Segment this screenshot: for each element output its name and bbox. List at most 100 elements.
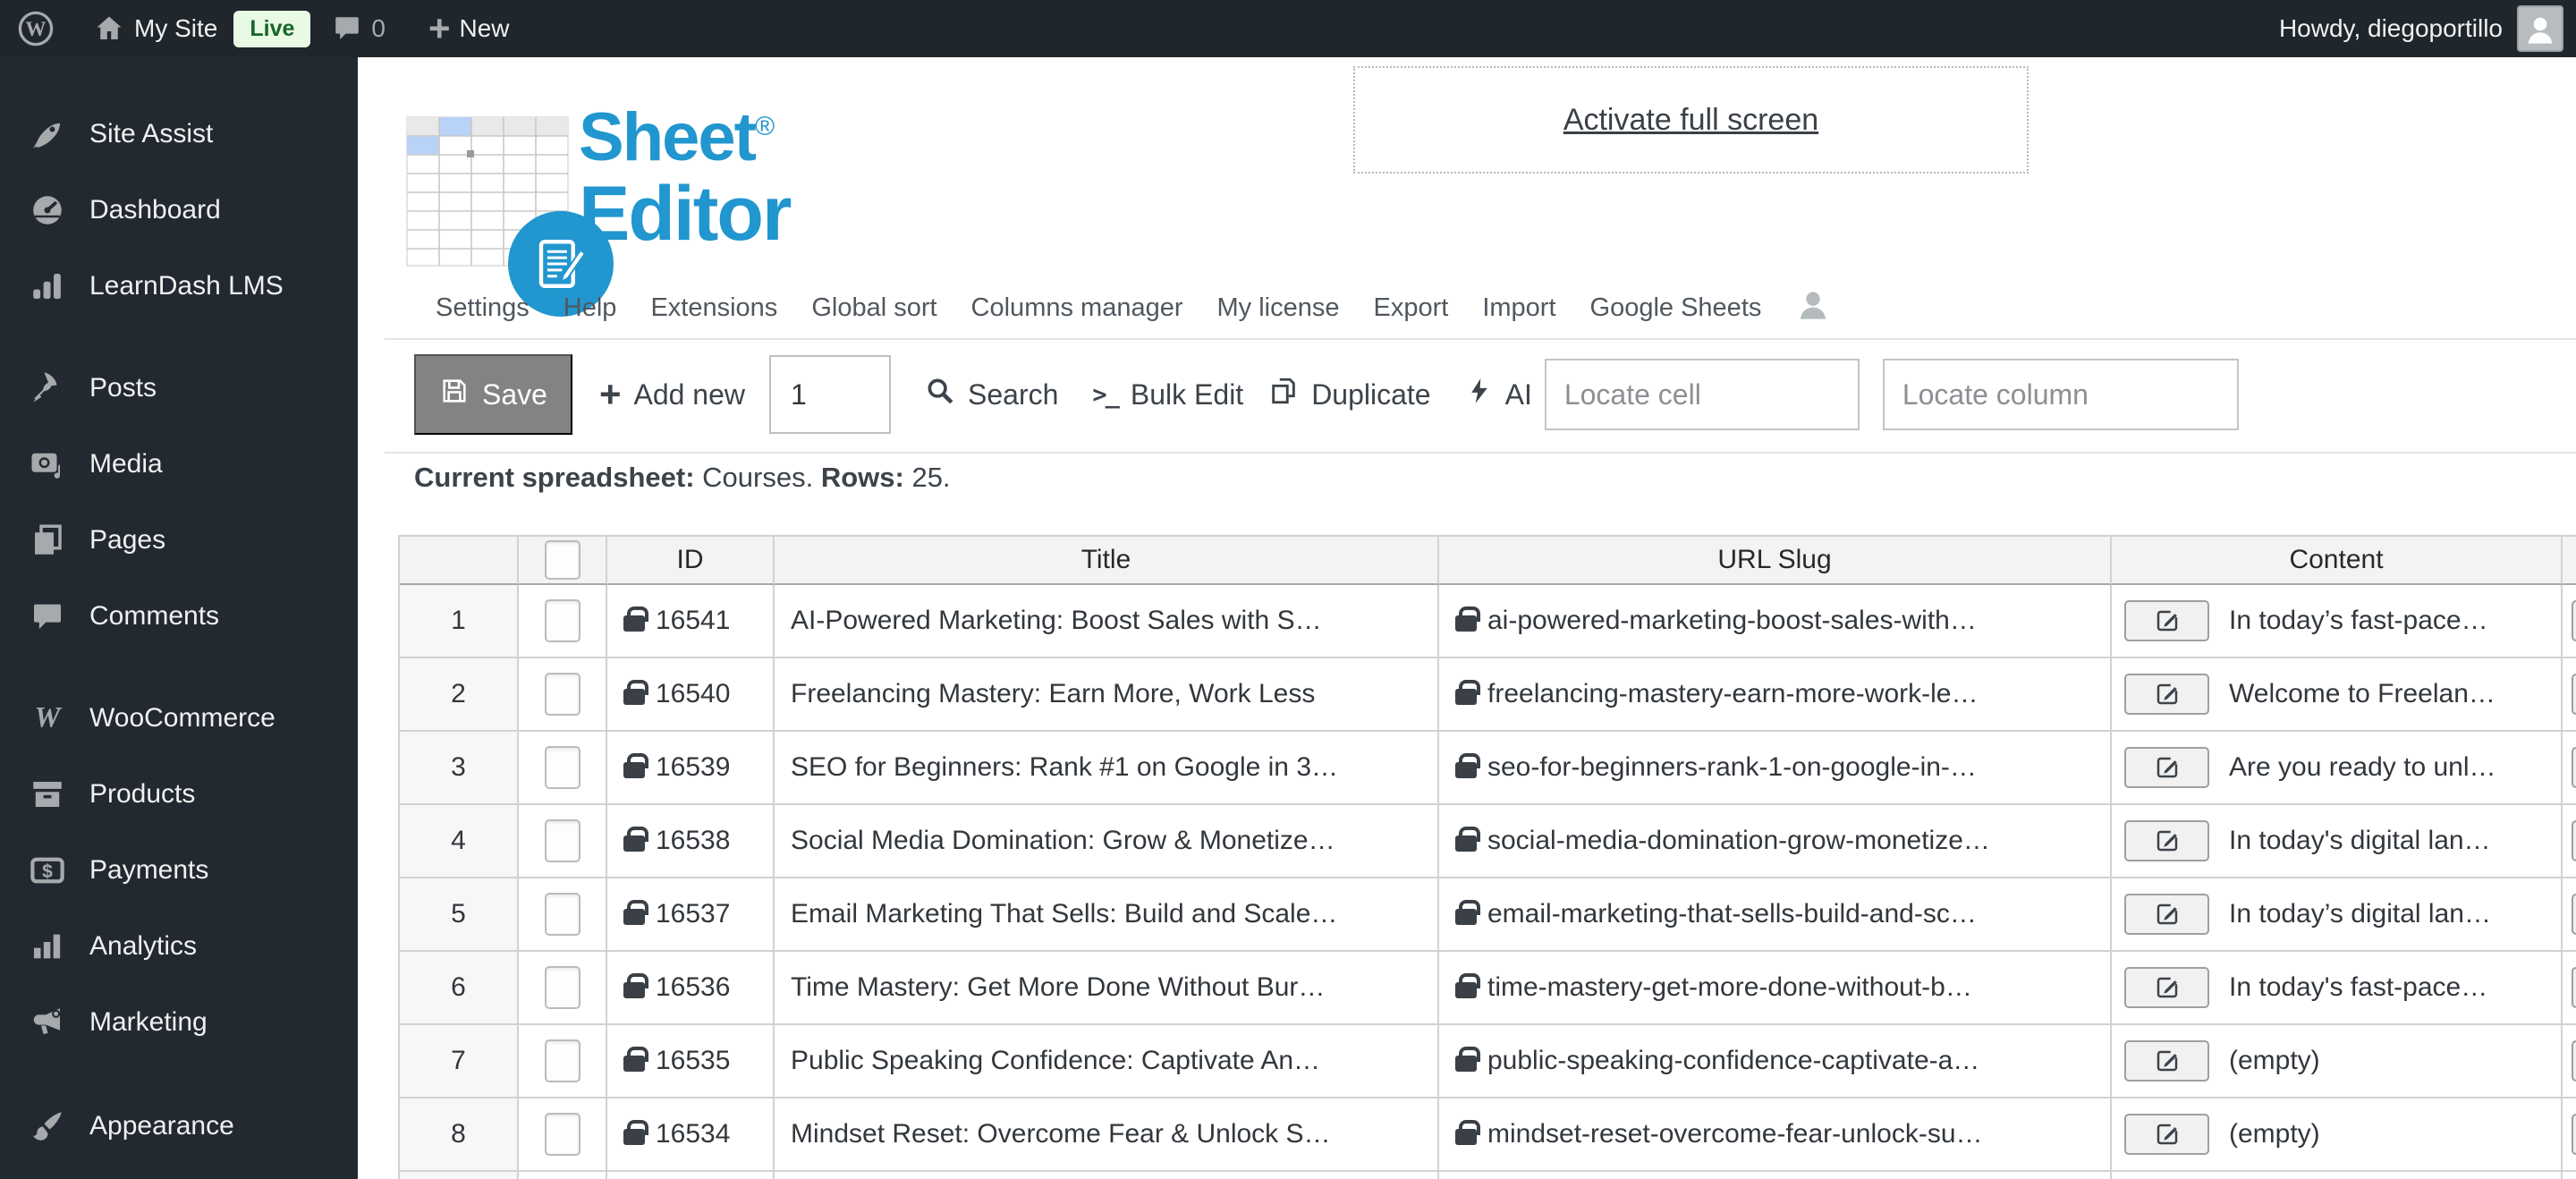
row-checkbox[interactable] <box>544 746 580 789</box>
slug-cell[interactable]: ai-powered-marketing-boost-sales-with… <box>1439 585 2112 658</box>
title-cell[interactable]: Email Marketing That Sells: Build and Sc… <box>775 878 1439 952</box>
wordpress-logo-icon[interactable]: W <box>16 9 55 48</box>
edit-content-button[interactable] <box>2124 674 2209 715</box>
edit-content-button[interactable] <box>2572 747 2576 788</box>
title-cell[interactable]: AI-Powered Marketing: Boost Sales with S… <box>775 585 1439 658</box>
search-button[interactable]: Search <box>925 376 1058 413</box>
menu-item-my-license[interactable]: My license <box>1217 293 1340 323</box>
edit-content-button[interactable] <box>2572 820 2576 861</box>
content-cell[interactable]: In today's digital lan… <box>2112 805 2563 878</box>
row-checkbox[interactable] <box>544 673 580 716</box>
sidebar-item-woocommerce[interactable]: W WooCommerce <box>0 680 358 756</box>
menu-item-extensions[interactable]: Extensions <box>650 293 777 323</box>
menu-item-settings[interactable]: Settings <box>436 293 530 323</box>
comments-bubble-icon[interactable] <box>332 13 362 44</box>
title-cell[interactable]: Time Mastery: Get More Done Without Bur… <box>775 952 1439 1025</box>
menu-item-help[interactable]: Help <box>564 293 617 323</box>
admin-bar-site-name[interactable]: My Site <box>134 14 217 43</box>
row-checkbox[interactable] <box>544 893 580 936</box>
activate-fullscreen-link[interactable]: Activate full screen <box>1563 103 1818 138</box>
edit-content-button[interactable] <box>2124 747 2209 788</box>
menu-item-global-sort[interactable]: Global sort <box>811 293 936 323</box>
title-cell[interactable]: Public Speaking Confidence: Captivate An… <box>775 1025 1439 1098</box>
content-cell[interactable]: (empty) <box>2112 1025 2563 1098</box>
edit-content-button[interactable] <box>2572 600 2576 641</box>
content-cell[interactable]: In today's fast-pace… <box>2112 952 2563 1025</box>
locate-cell-input[interactable] <box>1544 359 1860 430</box>
menu-item-export[interactable]: Export <box>1374 293 1449 323</box>
slug-cell[interactable]: public-speaking-confidence-captivate-a… <box>1439 1025 2112 1098</box>
menu-item-columns-manager[interactable]: Columns manager <box>971 293 1183 323</box>
menu-item-google-sheets[interactable]: Google Sheets <box>1590 293 1762 323</box>
slug-cell[interactable]: seo-for-beginners-rank-1-on-google-in-… <box>1439 732 2112 805</box>
search-icon <box>925 376 955 413</box>
howdy-greeting[interactable]: Howdy, diegoportillo <box>2279 14 2503 43</box>
title-cell[interactable]: SEO for Beginners: Rank #1 on Google in … <box>775 732 1439 805</box>
title-cell[interactable]: Mindset Reset: Overcome Fear & Unlock S… <box>775 1098 1439 1172</box>
edit-content-button[interactable] <box>2124 600 2209 641</box>
content-cell <box>2112 1172 2563 1179</box>
edit-content-button[interactable] <box>2572 1040 2576 1081</box>
menu-item-import[interactable]: Import <box>1482 293 1555 323</box>
slug-cell[interactable]: time-mastery-get-more-done-without-b… <box>1439 952 2112 1025</box>
sidebar-item-analytics[interactable]: Analytics <box>0 908 358 984</box>
row-checkbox[interactable] <box>544 819 580 862</box>
add-new-count-input[interactable] <box>769 355 891 434</box>
column-header-slug[interactable]: URL Slug <box>1439 537 2112 585</box>
sidebar-item-dashboard[interactable]: Dashboard <box>0 172 358 248</box>
admin-bar-new-button[interactable]: New <box>460 14 510 43</box>
content-cell[interactable]: (empty) <box>2112 1098 2563 1172</box>
avatar[interactable] <box>2517 5 2563 52</box>
content-cell[interactable]: In today’s digital lan… <box>2112 878 2563 952</box>
row-select-cell <box>519 1098 607 1172</box>
edit-content-button[interactable] <box>2124 1040 2209 1081</box>
sidebar-item-learndash[interactable]: LearnDash LMS <box>0 248 358 324</box>
edit-content-button[interactable] <box>2124 967 2209 1008</box>
row-checkbox[interactable] <box>544 966 580 1009</box>
sidebar-item-pages[interactable]: Pages <box>0 502 358 578</box>
sidebar-item-posts[interactable]: Posts <box>0 350 358 426</box>
slug-cell[interactable]: mindset-reset-overcome-fear-unlock-su… <box>1439 1098 2112 1172</box>
bulk-edit-button[interactable]: >_ Bulk Edit <box>1092 378 1243 411</box>
duplicate-button[interactable]: Duplicate <box>1268 376 1431 413</box>
edit-content-button[interactable] <box>2572 1114 2576 1155</box>
fullscreen-box: Activate full screen <box>1353 66 2029 174</box>
content-cell[interactable]: Are you ready to unl… <box>2112 732 2563 805</box>
sidebar-item-products[interactable]: Products <box>0 756 358 832</box>
title-cell[interactable]: Freelancing Mastery: Earn More, Work Les… <box>775 658 1439 732</box>
lock-icon <box>623 753 648 778</box>
user-icon[interactable] <box>1795 286 1831 329</box>
sidebar-item-payments[interactable]: $ Payments <box>0 832 358 908</box>
row-checkbox[interactable] <box>544 1113 580 1156</box>
sidebar-item-media[interactable]: Media <box>0 426 358 502</box>
column-header-id[interactable]: ID <box>607 537 775 585</box>
overflow-cell <box>2563 585 2576 658</box>
column-header-title[interactable]: Title <box>775 537 1439 585</box>
content-cell[interactable]: In today’s fast-pace… <box>2112 585 2563 658</box>
row-number-cell: 4 <box>400 805 519 878</box>
slug-cell[interactable]: email-marketing-that-sells-build-and-sc… <box>1439 878 2112 952</box>
sidebar-item-comments[interactable]: Comments <box>0 578 358 654</box>
edit-content-button[interactable] <box>2124 820 2209 861</box>
edit-content-button[interactable] <box>2124 1114 2209 1155</box>
select-all-checkbox[interactable] <box>544 540 580 580</box>
ai-button[interactable]: AI <box>1466 376 1532 413</box>
edit-content-button[interactable] <box>2572 674 2576 715</box>
row-checkbox[interactable] <box>544 599 580 642</box>
content-cell[interactable]: Welcome to Freelan… <box>2112 658 2563 732</box>
add-new-button[interactable]: + Add new <box>599 376 745 413</box>
edit-content-button[interactable] <box>2124 894 2209 935</box>
slug-cell[interactable]: social-media-domination-grow-monetize… <box>1439 805 2112 878</box>
row-checkbox[interactable] <box>544 1039 580 1082</box>
sidebar-item-marketing[interactable]: Marketing <box>0 984 358 1060</box>
title-cell[interactable]: Social Media Domination: Grow & Monetize… <box>775 805 1439 878</box>
home-icon <box>93 13 125 45</box>
sidebar-item-appearance[interactable]: Appearance <box>0 1088 358 1164</box>
sidebar-item-site-assist[interactable]: Site Assist <box>0 96 358 172</box>
locate-column-input[interactable] <box>1882 359 2239 430</box>
edit-content-button[interactable] <box>2572 967 2576 1008</box>
slug-cell[interactable]: freelancing-mastery-earn-more-work-le… <box>1439 658 2112 732</box>
edit-content-button[interactable] <box>2572 894 2576 935</box>
column-header-content[interactable]: Content <box>2112 537 2563 585</box>
save-button[interactable]: Save <box>414 354 572 435</box>
